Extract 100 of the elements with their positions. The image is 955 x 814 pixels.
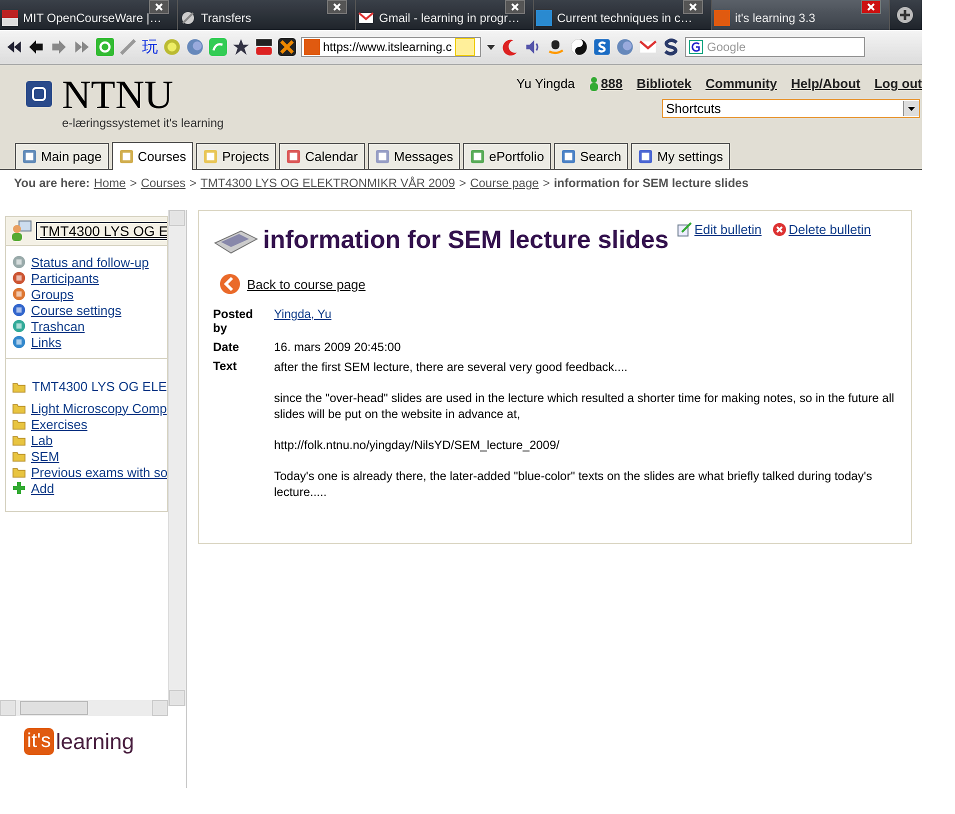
nav-tab[interactable]: Search [554,143,628,169]
close-icon[interactable] [327,0,347,14]
header-link[interactable]: Help/About [791,76,860,91]
folder-icon [12,450,26,462]
nav-tab[interactable]: My settings [631,143,730,169]
back-icon[interactable] [27,38,45,56]
tab-icon [286,149,302,164]
folder-link[interactable]: Previous exams with so [31,464,167,480]
field-label: Text [213,359,238,375]
field-value: 16. mars 2009 20:45:00 [274,340,402,354]
logo-icon [26,81,52,107]
plus-icon [12,481,26,495]
author-link[interactable]: Yingda, Yu [274,307,332,321]
dish-icon [180,10,196,26]
back-link[interactable]: Back to course page [247,276,366,292]
field-label: Date [213,340,240,354]
sidebar-link[interactable]: Participants [31,270,99,286]
teacher-icon [10,220,32,242]
nav-tab[interactable]: Courses [112,142,194,170]
user-name: Yu Yingda [516,76,575,91]
tab-icon [118,149,134,164]
folder-icon [12,466,26,478]
address-field[interactable]: https://www.itslearning.c [301,37,481,57]
nav-tab[interactable]: Messages [368,143,460,169]
open-folder-icon [12,380,26,392]
folder-link[interactable]: Lab [31,432,53,448]
delete-link[interactable]: Delete bulletin [772,222,871,237]
nav-tab[interactable]: Projects [196,143,276,169]
dropdown-icon [903,101,919,116]
tab-icon [470,149,486,164]
close-icon[interactable] [505,0,525,14]
moon-icon[interactable] [501,38,519,56]
breadcrumb-label: You are here: [14,176,90,190]
tab-icon [22,149,37,164]
folder-title: TMT4300 LYS OG ELE [32,379,167,394]
folder-icon [12,418,26,430]
logo-word: learning [56,728,134,754]
star-icon[interactable] [232,38,250,56]
folder-link[interactable]: SEM [31,448,60,464]
breadcrumb-separator: > [190,176,197,190]
tool-icon [12,303,26,317]
sidebar-link[interactable]: Groups [31,286,74,302]
tool-icon [12,271,26,285]
vertical-scrollbar[interactable] [168,210,186,706]
logo-text: NTNU [62,75,174,115]
breadcrumb-link[interactable]: Course page [470,176,539,190]
nav-tab[interactable]: ePortfolio [463,143,552,169]
bulletin-paragraph: http://folk.ntnu.no/yingday/NilsYD/SEM_lecture_2009/ [274,437,560,453]
person-icon [588,76,599,90]
online-count-link[interactable]: 888 [600,76,623,91]
header-link[interactable]: Log out [874,76,922,91]
horizontal-scrollbar[interactable] [0,700,168,716]
sidebar-link[interactable]: Status and follow-up [31,254,149,270]
add-link[interactable]: Add [31,480,54,496]
close-icon[interactable] [149,0,169,14]
nav-tab[interactable]: Calendar [279,143,365,169]
edit-link[interactable]: Edit bulletin [677,222,762,237]
folder-link[interactable]: Light Microscopy Comp [31,400,167,416]
forward-icon[interactable] [50,38,68,56]
breadcrumb-current: information for SEM lecture slides [554,176,749,190]
bulletin-title: information for SEM lecture slides [263,226,669,254]
sidebar-link[interactable]: Links [31,334,62,350]
breadcrumb-separator: > [459,176,466,190]
yin-yang-icon[interactable] [570,38,588,56]
folder-icon [12,434,26,446]
bulletin-paragraph: after the first SEM lecture, there are several very good feedback.... [274,359,629,375]
logo-badge: it's [24,728,54,755]
tool-icon [12,319,26,333]
google-icon [689,40,703,54]
tool-icon [12,287,26,301]
delete-icon [772,222,787,237]
s-square-icon[interactable] [593,38,611,56]
breadcrumb-separator: > [130,176,137,190]
breadcrumb-link[interactable]: Courses [140,176,186,190]
close-icon[interactable] [861,0,881,14]
close-icon[interactable] [683,0,703,14]
shortcuts-select[interactable]: Shortcuts [662,99,920,118]
toolbar-glyph[interactable]: 玩 [142,36,158,58]
browser-tab[interactable]: it's learning 3.3 [712,0,890,30]
breadcrumb-link[interactable]: TMT4300 LYS OG ELEKTRONMIKR VÅR 2009 [200,176,456,190]
folder-link[interactable]: Exercises [31,416,88,432]
sidebar-link[interactable]: Trashcan [31,318,85,334]
sidebar-link[interactable]: Course settings [31,302,122,318]
new-tab-icon[interactable] [896,6,914,24]
field-label: Posted by [213,307,254,335]
reload-icon[interactable] [96,38,114,56]
edit-icon [677,222,692,237]
orb-icon[interactable] [186,38,204,56]
header-link[interactable]: Bibliotek [636,76,692,91]
dropdown-icon[interactable] [486,42,496,52]
logo-subtitle: e-læringssystemet it's learning [62,116,224,130]
orb-icon[interactable] [616,38,634,56]
header-link[interactable]: Community [706,76,778,91]
breadcrumb-link[interactable]: Home [94,176,126,190]
breadcrumb-separator: > [542,176,550,190]
tab-icon [374,149,390,164]
tool-icon [12,335,26,349]
nav-tab[interactable]: Main page [15,143,109,169]
mail-icon [358,10,374,26]
s-letter-icon[interactable] [662,38,680,56]
